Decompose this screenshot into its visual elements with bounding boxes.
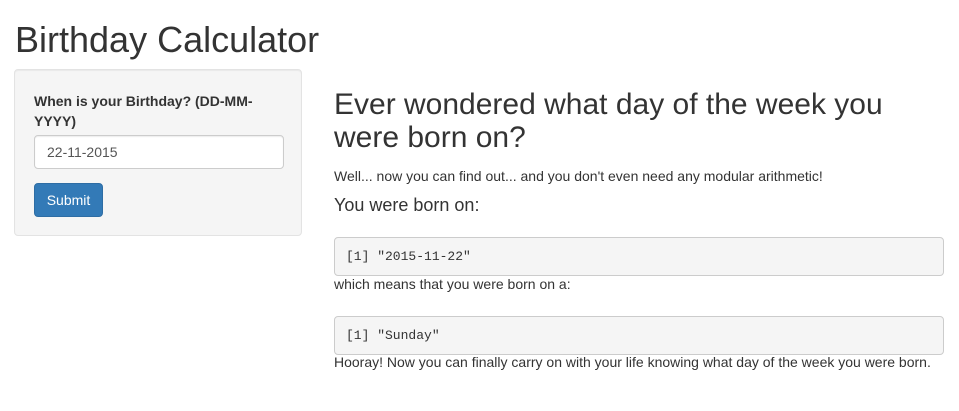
sidebar-panel: When is your Birthday? (DD-MM-YYYY) Subm… — [14, 69, 302, 236]
date-output: [1] "2015-11-22" — [334, 237, 944, 276]
closing-text: Hooray! Now you can finally carry on wit… — [334, 354, 931, 370]
day-output: [1] "Sunday" — [334, 316, 944, 355]
means-text: which means that you were born on a: — [334, 276, 571, 292]
birthday-input[interactable] — [34, 135, 284, 169]
page-title: Birthday Calculator — [15, 19, 320, 60]
main-heading: Ever wondered what day of the week you w… — [334, 88, 883, 154]
birthday-label: When is your Birthday? (DD-MM-YYYY) — [34, 93, 253, 129]
born-on-heading: You were born on: — [334, 195, 480, 215]
intro-text: Well... now you can find out... and you … — [334, 168, 823, 184]
submit-button[interactable]: Submit — [34, 183, 103, 217]
